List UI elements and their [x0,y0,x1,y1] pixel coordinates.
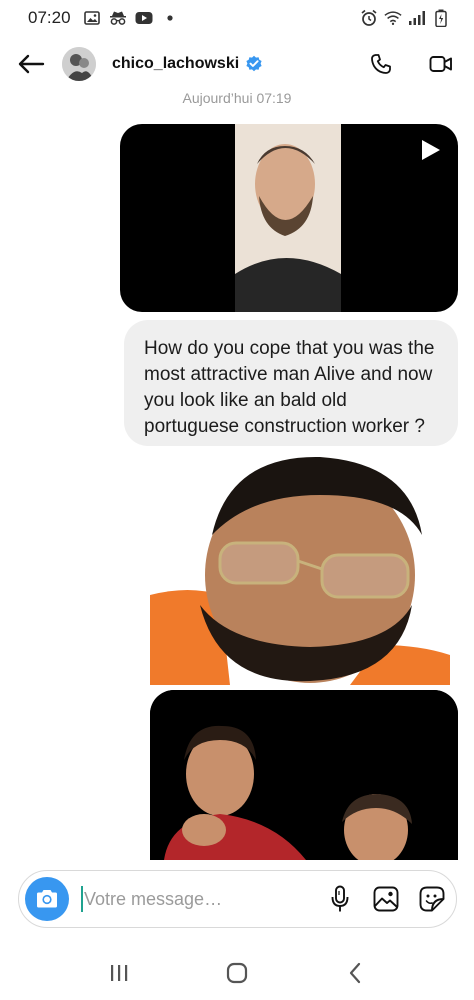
username[interactable]: chico_lachowski [112,55,239,73]
sticker-message[interactable] [150,455,450,685]
back-button[interactable] [14,47,48,81]
back-icon [349,962,361,983]
home-icon [226,962,248,983]
signal-icon [408,9,426,27]
recent-apps-icon [111,964,128,981]
system-nav-bar [0,945,474,1000]
chat-header: chico_lachowski [0,36,474,92]
video-thumbnail [235,124,341,312]
phone-icon [371,54,391,74]
video-call-button[interactable] [428,51,454,77]
image-message[interactable] [150,690,458,860]
video-camera-icon [429,56,452,72]
camera-icon [37,890,57,908]
voice-message-button[interactable] [326,885,354,913]
gallery-icon [373,886,399,912]
battery-icon [432,9,450,27]
play-icon[interactable] [420,138,442,162]
recent-apps-button[interactable] [99,953,139,993]
person-thumbnail-icon [235,124,341,312]
text-cursor [81,886,83,912]
microphone-icon [331,885,349,912]
avatar[interactable] [62,47,96,81]
wifi-icon [384,9,402,27]
message-composer [18,870,457,928]
image-icon [83,9,101,27]
status-time: 07:20 [28,8,71,27]
alarm-icon [360,9,378,27]
incognito-icon [109,9,127,27]
thread-timestamp: Aujourd’hui 07:19 [182,90,292,106]
verified-badge-icon [245,55,263,73]
camera-button[interactable] [25,877,69,921]
gallery-button[interactable] [372,885,400,913]
sticker-image [150,456,450,685]
youtube-icon [135,9,153,27]
profile-photo-icon [62,47,96,81]
voice-call-button[interactable] [368,51,394,77]
nav-back-button[interactable] [335,953,375,993]
status-left: 07:20 [28,8,179,28]
status-bar: 07:20 [0,0,474,36]
home-button[interactable] [217,953,257,993]
sticker-icon [419,886,445,912]
header-actions [368,51,460,77]
sticker-button[interactable] [418,885,446,913]
composer-actions [326,885,446,913]
arrow-left-icon [18,54,45,74]
text-message-bubble[interactable]: How do you cope that you was the most at… [124,320,458,446]
video-message[interactable] [120,124,458,312]
photo-image [150,690,458,860]
dot-icon [161,9,179,27]
message-input[interactable] [84,888,304,910]
status-right [360,9,450,27]
